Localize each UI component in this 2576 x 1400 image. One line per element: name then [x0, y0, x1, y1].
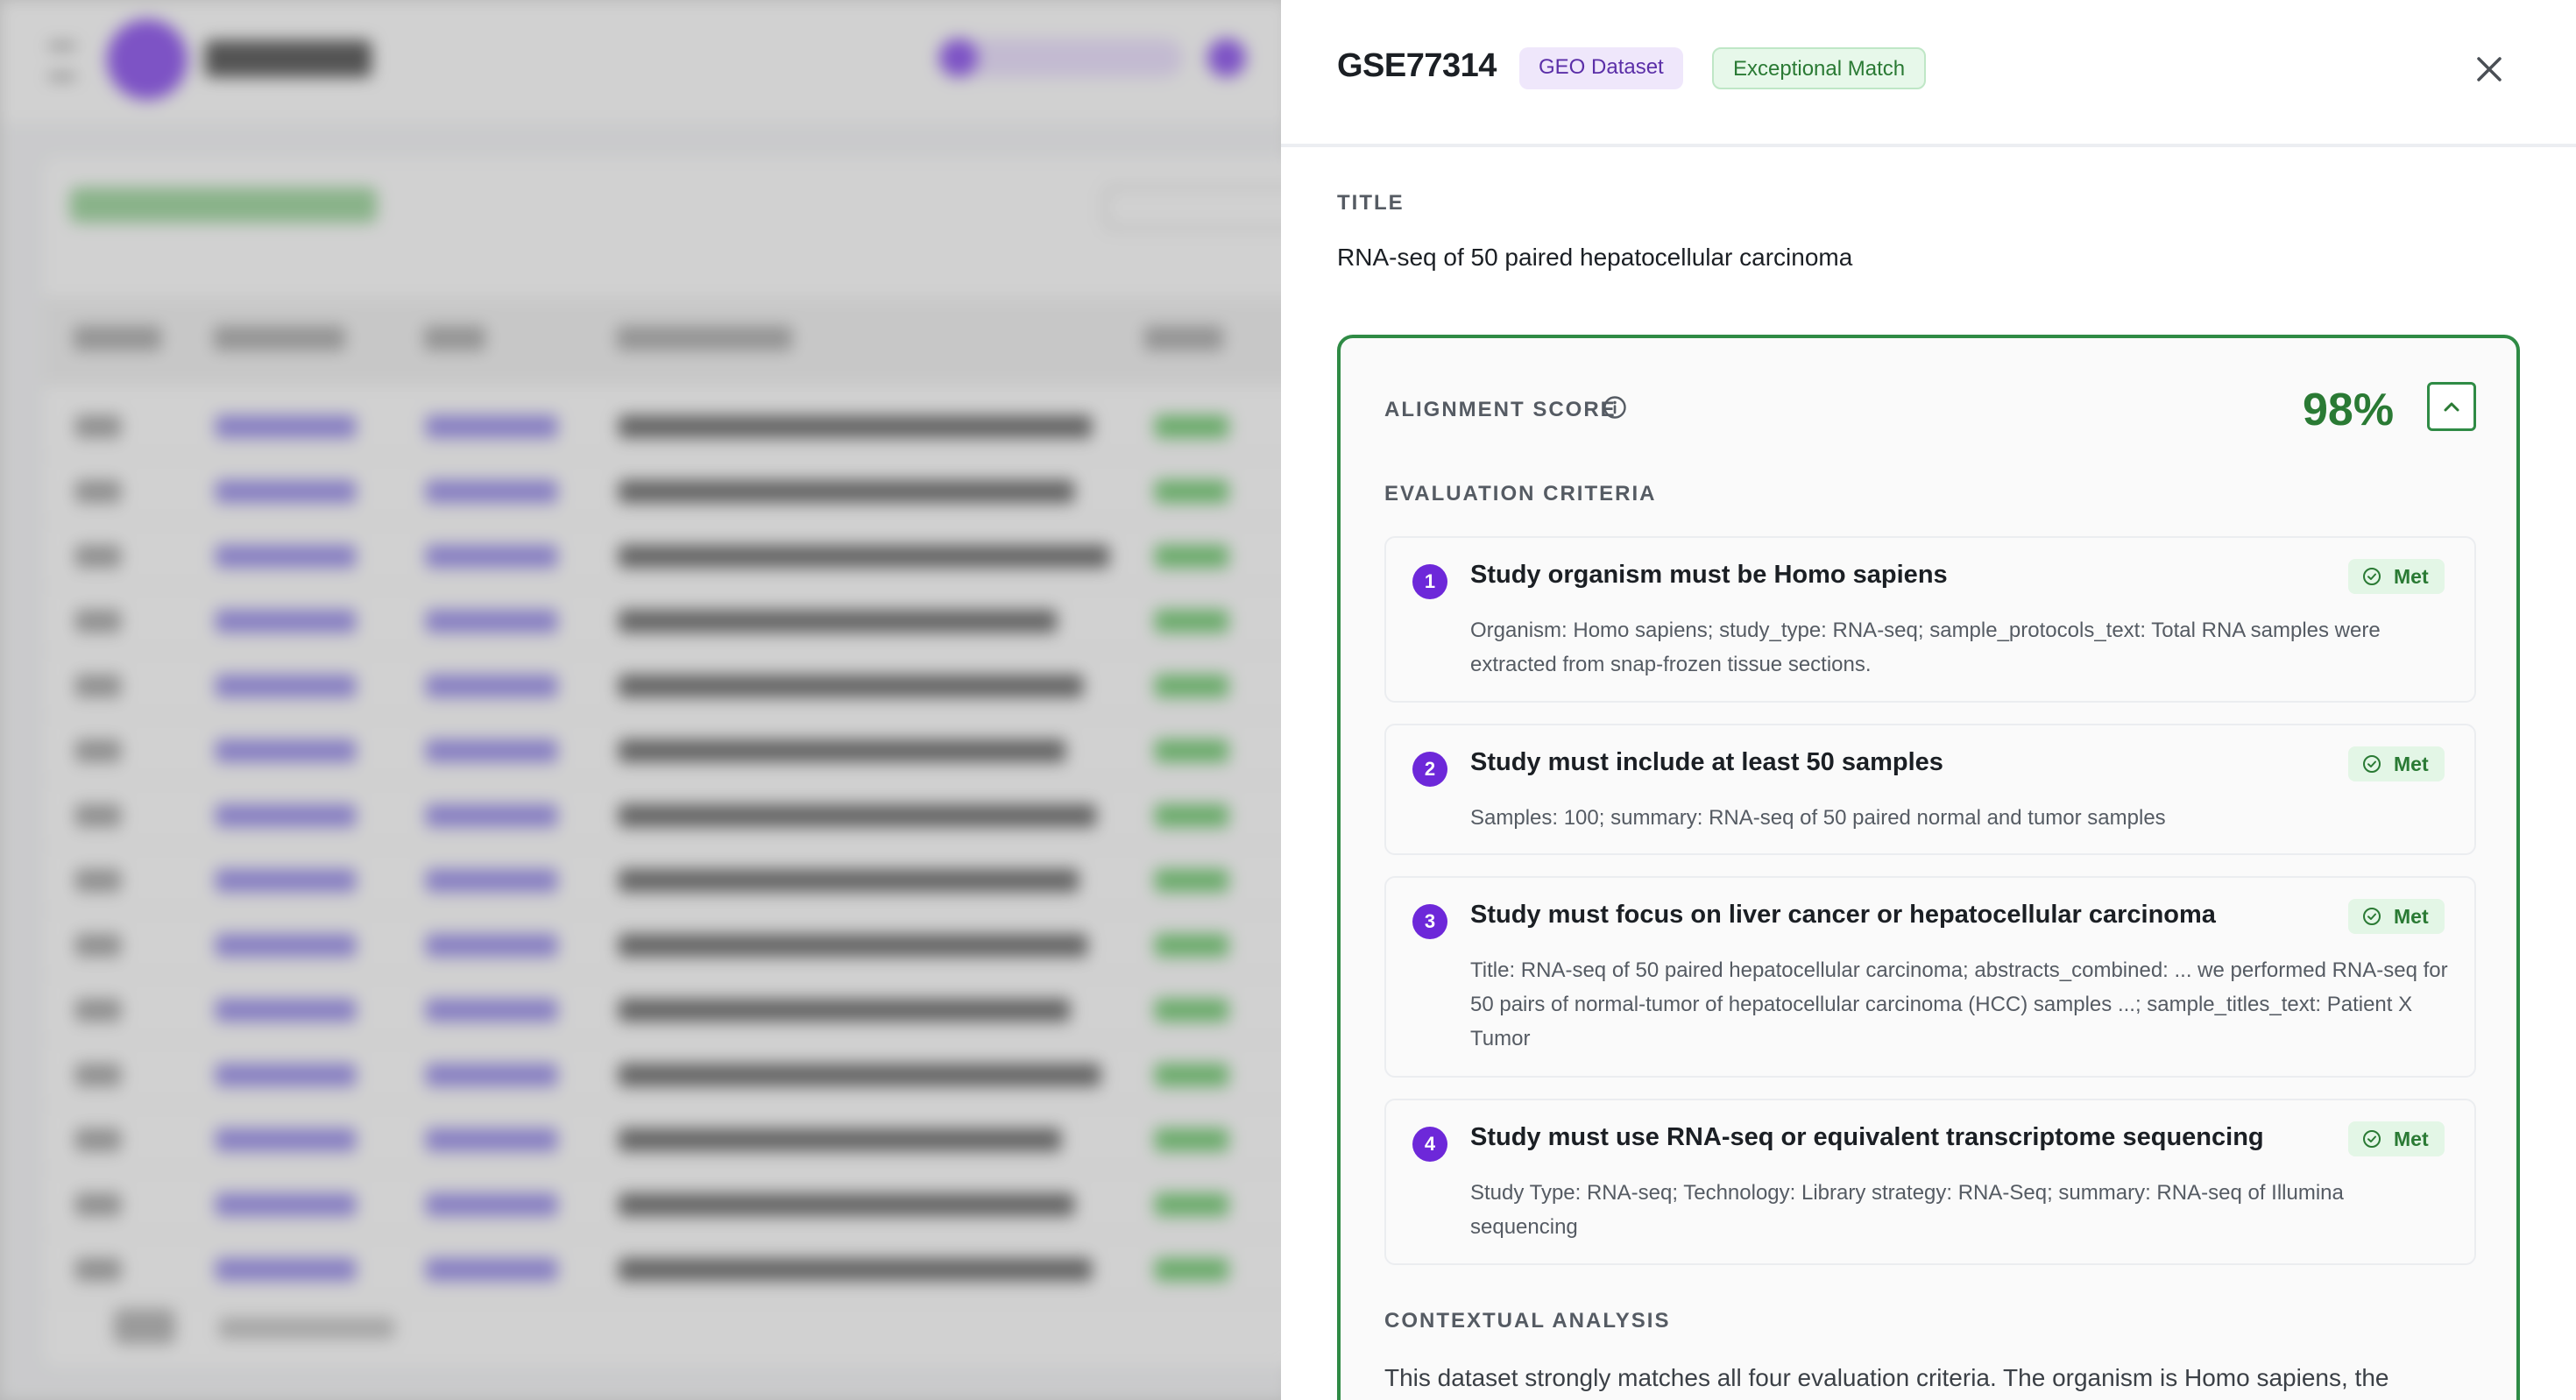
drawer-header: GSE77314 GEO Dataset Exceptional Match	[1281, 0, 2576, 147]
check-circle-icon	[2363, 908, 2381, 925]
criterion-number: 2	[1412, 752, 1447, 787]
contextual-analysis-label: CONTEXTUAL ANALYSIS	[1384, 1309, 1671, 1333]
criterion-title: Study must include at least 50 samples	[1470, 748, 1943, 776]
contextual-analysis-text: This dataset strongly matches all four e…	[1384, 1364, 2389, 1391]
alignment-score-panel: ALIGNMENT SCORE 98% EVALUATION CRITERIA …	[1337, 335, 2520, 1400]
match-quality-badge: Exceptional Match	[1712, 47, 1927, 89]
criterion-evidence: Organism: Homo sapiens; study_type: RNA-…	[1470, 619, 2381, 676]
info-icon[interactable]	[1602, 394, 1628, 421]
criterion-status-text: Met	[2394, 905, 2429, 928]
check-circle-icon	[2363, 755, 2381, 773]
criterion-card: 1 Study organism must be Homo sapiens Me…	[1384, 536, 2476, 703]
criterion-title: Study must focus on liver cancer or hepa…	[1470, 901, 2216, 929]
evaluation-criteria-label: EVALUATION CRITERIA	[1384, 482, 1657, 506]
criterion-title: Study organism must be Homo sapiens	[1470, 561, 1948, 589]
dataset-id: GSE77314	[1337, 47, 1497, 84]
dataset-title: RNA-seq of 50 paired hepatocellular carc…	[1337, 244, 1853, 271]
alignment-score-label: ALIGNMENT SCORE	[1384, 398, 1617, 421]
criterion-title: Study must use RNA-seq or equivalent tra…	[1470, 1123, 2264, 1151]
alignment-score-value: 98%	[2303, 385, 2395, 435]
chevron-up-icon	[2444, 402, 2459, 412]
criterion-number: 4	[1412, 1127, 1447, 1162]
criterion-number: 3	[1412, 904, 1447, 939]
dataset-detail-drawer: GSE77314 GEO Dataset Exceptional Match T…	[1281, 0, 2576, 1400]
criterion-status-text: Met	[2394, 565, 2429, 588]
criterion-card: 4 Study must use RNA-seq or equivalent t…	[1384, 1099, 2476, 1265]
close-icon	[2477, 57, 2502, 81]
collapse-criteria-button[interactable]	[2427, 382, 2476, 431]
dataset-type-badge: GEO Dataset	[1519, 47, 1683, 89]
criterion-evidence: Study Type: RNA-seq; Technology: Library…	[1470, 1181, 2344, 1239]
criterion-status-badge: Met	[2348, 559, 2445, 594]
check-circle-icon	[2363, 568, 2381, 585]
criterion-evidence: Title: RNA-seq of 50 paired hepatocellul…	[1470, 958, 2448, 1050]
criterion-evidence: Samples: 100; summary: RNA-seq of 50 pai…	[1470, 806, 2166, 830]
criterion-card: 2 Study must include at least 50 samples…	[1384, 724, 2476, 855]
close-button[interactable]	[2467, 47, 2511, 91]
criterion-status-badge: Met	[2348, 1121, 2445, 1156]
check-circle-icon	[2363, 1130, 2381, 1148]
criterion-status-badge: Met	[2348, 899, 2445, 934]
criterion-status-badge: Met	[2348, 746, 2445, 781]
criterion-number: 1	[1412, 564, 1447, 599]
criterion-card: 3 Study must focus on liver cancer or he…	[1384, 876, 2476, 1078]
criterion-status-text: Met	[2394, 1128, 2429, 1150]
criterion-status-text: Met	[2394, 753, 2429, 775]
title-label: TITLE	[1337, 191, 1405, 215]
modal-backdrop[interactable]	[0, 0, 1281, 1400]
